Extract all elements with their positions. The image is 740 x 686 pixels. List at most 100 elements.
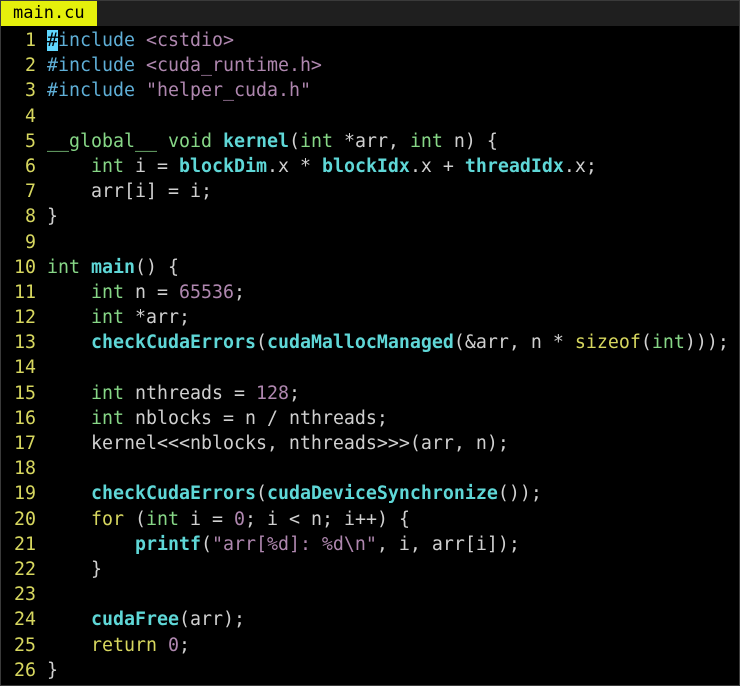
code-line[interactable]: 12 int *arr;: [1, 305, 739, 330]
line-number: 18: [14, 458, 36, 480]
code-line[interactable]: 18: [1, 456, 739, 481]
code-token: .x *: [266, 155, 322, 177]
code-line[interactable]: 24 cudaFree(arr);: [1, 607, 739, 632]
line-number: 4: [25, 105, 36, 127]
code-editor[interactable]: 1 #include <cstdio> 2 #include <cuda_runtim…: [1, 28, 739, 683]
code-token: i =: [124, 155, 179, 177]
code-line[interactable]: 4: [1, 104, 739, 129]
code-token: n) {: [442, 130, 498, 152]
code-token: "helper_cuda.h": [145, 80, 311, 102]
code-token: blockIdx: [321, 155, 410, 177]
code-token: (: [288, 130, 300, 152]
code-line[interactable]: 26}: [1, 658, 739, 683]
code-line[interactable]: 10 int main() {: [1, 255, 739, 280]
code-line[interactable]: 20 for (int i = 0; i < n; i++) {: [1, 507, 739, 532]
code-token: 0: [233, 508, 245, 530]
code-line[interactable]: 7 arr[i] = i;: [1, 179, 739, 204]
code-line[interactable]: 8}: [1, 204, 739, 229]
code-line[interactable]: 22 }: [1, 557, 739, 582]
code-token: int: [91, 407, 124, 429]
code-token: kernel<<<nblocks, nthreads>>>(arr, n);: [47, 433, 509, 454]
code-line[interactable]: 2 #include <cuda_runtime.h>: [1, 53, 739, 78]
code-line[interactable]: 6 int i = blockDim.x * blockIdx.x + thre…: [1, 154, 739, 179]
code-token: , i, arr[i]);: [376, 533, 520, 555]
code-line[interactable]: 5 __global__ void kernel(int *arr, int n)…: [1, 129, 739, 154]
code-line[interactable]: 16 int nblocks = n / nthreads;: [1, 406, 739, 431]
line-number: 8: [25, 206, 36, 228]
line-number: 24: [14, 609, 36, 631]
code-token: int: [299, 130, 333, 152]
code-line[interactable]: 11 int n = 65536;: [1, 280, 739, 305]
code-line[interactable]: 17 kernel<<<nblocks, nthreads>>>(arr, n)…: [1, 431, 739, 456]
code-line[interactable]: 3 #include "helper_cuda.h": [1, 78, 739, 103]
line-number: 2: [25, 55, 36, 77]
code-token: <cstdio>: [145, 30, 234, 51]
line-number: 3: [25, 80, 36, 102]
code-token: int: [91, 281, 124, 303]
code-token: (: [255, 483, 267, 505]
code-token: 128: [255, 382, 289, 404]
code-token: main: [91, 256, 135, 278]
code-line[interactable]: 1 #include <cstdio>: [1, 28, 739, 53]
text-cursor: #: [47, 30, 58, 51]
editor-window: main.cu 1 #include <cstdio> 2 #include <cud…: [0, 0, 740, 686]
code-token: *arr,: [332, 130, 410, 152]
code-token: void: [167, 130, 212, 152]
line-number: 16: [14, 407, 36, 429]
code-line[interactable]: 15 int nthreads = 128;: [1, 381, 739, 406]
code-line[interactable]: 21 printf("arr[%d]: %d\n", i, arr[i]);: [1, 532, 739, 557]
code-token: int: [651, 332, 685, 354]
code-token: .x;: [563, 155, 597, 177]
code-line[interactable]: 23: [1, 582, 739, 607]
code-token: include: [58, 30, 135, 51]
code-token: threadIdx: [464, 155, 564, 177]
code-token: 65536: [178, 281, 234, 303]
code-token: int: [91, 307, 124, 329]
code-token: cudaDeviceSynchronize: [266, 483, 498, 505]
code-token: checkCudaErrors: [91, 332, 256, 354]
code-token: (: [124, 508, 146, 530]
code-token: cudaMallocManaged: [266, 332, 454, 354]
code-token: ;: [288, 382, 300, 404]
code-line[interactable]: 25 return 0;: [1, 633, 739, 658]
code-token: kernel: [222, 130, 289, 152]
code-token: () {: [135, 256, 179, 278]
code-token: )));: [684, 332, 729, 354]
tab-main-cu[interactable]: main.cu: [1, 1, 97, 26]
line-number: 26: [14, 659, 36, 681]
code-token: nthreads =: [124, 382, 256, 404]
code-token: i =: [179, 508, 234, 530]
code-token: int: [409, 130, 443, 152]
code-token: int: [47, 256, 80, 278]
code-token: int: [91, 155, 124, 177]
code-line[interactable]: 13 checkCudaErrors(cudaMallocManaged(&ar…: [1, 330, 739, 355]
line-number: 14: [14, 357, 36, 379]
line-number: 21: [14, 533, 36, 555]
code-token: nblocks = n / nthreads;: [124, 407, 388, 429]
code-token: int: [91, 382, 124, 404]
code-line[interactable]: 19 checkCudaErrors(cudaDeviceSynchronize…: [1, 481, 739, 506]
code-token: (: [640, 332, 652, 354]
code-token: printf: [134, 533, 201, 555]
code-token: #include: [47, 55, 135, 77]
code-token: #include: [47, 80, 135, 102]
code-token: return: [91, 634, 157, 656]
line-number: 17: [14, 433, 36, 454]
code-token: checkCudaErrors: [91, 483, 256, 505]
line-number: 22: [14, 558, 36, 580]
line-number: 9: [25, 231, 36, 253]
code-line[interactable]: 9: [1, 230, 739, 255]
code-token: <cuda_runtime.h>: [145, 55, 322, 77]
line-number: 25: [14, 634, 36, 656]
code-line[interactable]: 14: [1, 355, 739, 380]
